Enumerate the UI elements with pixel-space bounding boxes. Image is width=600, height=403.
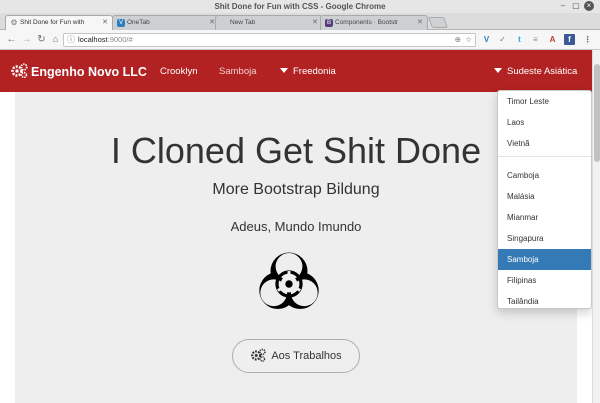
- bootstrap-icon: B: [325, 19, 333, 27]
- tab-strip: ⚙ Shit Done for Fun with ✕ V OneTab ✕ Ne…: [0, 13, 600, 30]
- close-tab-icon[interactable]: ✕: [417, 16, 423, 30]
- back-icon[interactable]: ←: [6, 34, 17, 45]
- browser-chrome: Shit Done for Fun with CSS - Google Chro…: [0, 0, 600, 50]
- menu-item-vietna[interactable]: Vietnã: [498, 133, 591, 154]
- facebook-extension-icon[interactable]: f: [564, 34, 575, 45]
- zoom-icon[interactable]: ⊕: [455, 34, 461, 46]
- tab-title: Components · Bootstr: [335, 19, 399, 26]
- button-label: Aos Trabalhos: [271, 350, 342, 362]
- aos-trabalhos-button[interactable]: Aos Trabalhos: [232, 339, 360, 373]
- tab-onetab[interactable]: V OneTab ✕: [112, 15, 220, 30]
- nav-link-crooklyn[interactable]: Crooklyn: [160, 66, 198, 77]
- close-tab-icon[interactable]: ✕: [312, 16, 318, 30]
- forward-icon[interactable]: →: [21, 34, 32, 45]
- scrollbar-thumb[interactable]: [594, 64, 600, 162]
- hero-heading: I Cloned Get Shit Done: [110, 130, 482, 171]
- menu-item-mianmar[interactable]: Mianmar: [498, 207, 591, 228]
- menu-item-tailandia[interactable]: Tailândia: [498, 291, 591, 312]
- cogs-icon: [251, 348, 267, 362]
- brand-label: Engenho Novo LLC: [31, 65, 147, 79]
- hero-subheading: More Bootstrap Bildung: [212, 181, 380, 198]
- acrobat-extension-icon[interactable]: A: [547, 34, 558, 45]
- caret-down-icon: [280, 68, 288, 73]
- reload-icon[interactable]: ↻: [36, 34, 47, 45]
- nav-dropdown-sudeste-asiatica[interactable]: Sudeste Asiática: [494, 66, 577, 77]
- minimize-icon[interactable]: –: [558, 1, 568, 11]
- url-path: :9000/#: [107, 35, 133, 44]
- page-info-icon: ⓘ: [67, 35, 75, 44]
- dropdown-label: Freedonia: [293, 66, 336, 77]
- chrome-menu-icon[interactable]: ⋮: [582, 34, 593, 45]
- pocket-extension-icon[interactable]: ✓: [497, 34, 508, 45]
- cogs-icon: [11, 63, 28, 79]
- home-icon[interactable]: ⌂: [50, 34, 61, 45]
- menu-divider: [498, 156, 591, 157]
- window-title: Shit Done for Fun with CSS - Google Chro…: [0, 0, 600, 13]
- menu-item-samboja[interactable]: Samboja: [498, 249, 591, 270]
- bookmark-star-icon[interactable]: ☆: [465, 34, 472, 46]
- onetab-icon: V: [117, 19, 125, 27]
- menu-extension-icon[interactable]: ≡: [530, 34, 541, 45]
- url-host: localhost: [78, 35, 108, 44]
- menu-item-laos[interactable]: Laos: [498, 112, 591, 133]
- menu-item-malasia[interactable]: Malásia: [498, 186, 591, 207]
- maximize-icon[interactable]: ▢: [571, 1, 581, 11]
- close-tab-icon[interactable]: ✕: [102, 16, 108, 30]
- new-tab-button[interactable]: [427, 17, 449, 28]
- tab-title: Shit Done for Fun with: [20, 19, 85, 26]
- dropdown-menu-sudeste-asiatica: Timor Leste Laos Vietnã Camboja Malásia …: [497, 90, 592, 309]
- twitter-extension-icon[interactable]: t: [514, 34, 525, 45]
- close-window-icon[interactable]: ×: [584, 1, 594, 11]
- nav-dropdown-freedonia[interactable]: Freedonia: [280, 66, 336, 77]
- nav-link-samboja[interactable]: Samboja: [219, 66, 257, 77]
- browser-toolbar: ← → ↻ ⌂ ⓘ localhost:9000/# ⊕ ☆ V ✓ t ≡ A…: [0, 30, 600, 50]
- biohazard-icon: [259, 252, 319, 309]
- dropdown-label: Sudeste Asiática: [507, 66, 578, 77]
- navbar-brand[interactable]: Engenho Novo LLC: [10, 63, 147, 79]
- menu-item-timor-leste[interactable]: Timor Leste: [498, 91, 591, 112]
- onetab-extension-icon[interactable]: V: [481, 34, 492, 45]
- hero-text: Adeus, Mundo Imundo: [230, 219, 362, 234]
- page-icon: ⚙: [10, 18, 18, 27]
- tab-title: New Tab: [230, 19, 256, 26]
- menu-item-singapura[interactable]: Singapura: [498, 228, 591, 249]
- site-navbar: Engenho Novo LLC Crooklyn Samboja Freedo…: [0, 50, 592, 92]
- tab-components[interactable]: B Components · Bootstr ✕: [320, 15, 428, 30]
- tab-shit-done[interactable]: ⚙ Shit Done for Fun with ✕: [5, 15, 113, 30]
- tab-new-tab[interactable]: New Tab ✕: [215, 15, 323, 30]
- caret-down-icon: [494, 68, 502, 73]
- tab-title: OneTab: [127, 19, 150, 26]
- address-bar[interactable]: ⓘ localhost:9000/# ⊕ ☆: [63, 33, 476, 47]
- page-scrollbar[interactable]: [592, 50, 600, 403]
- menu-item-filipinas[interactable]: Filipinas: [498, 270, 591, 291]
- menu-item-camboja[interactable]: Camboja: [498, 165, 591, 186]
